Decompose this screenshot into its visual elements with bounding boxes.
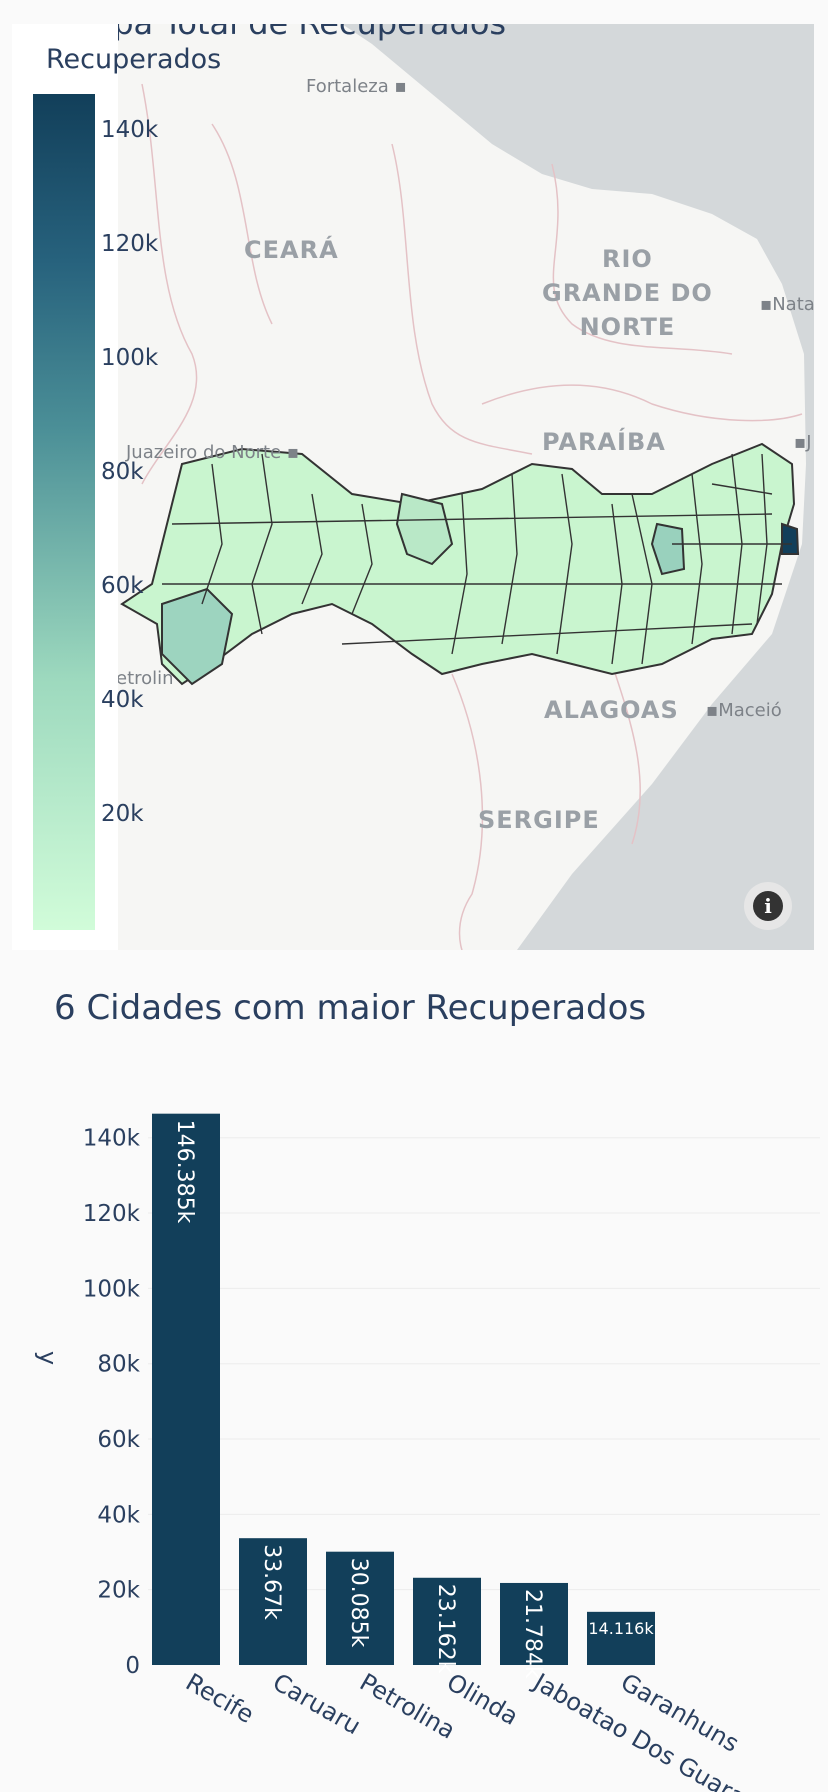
x-tick-label: Petrolina	[355, 1668, 460, 1745]
map-heading: Mapa Total de Recuperados	[66, 24, 506, 42]
x-tick-label: Caruaru	[268, 1668, 365, 1740]
state-label-sergipe: SERGIPE	[478, 806, 600, 834]
y-tick-label: 80k	[97, 1352, 140, 1378]
bar-value-label: 23.162k	[433, 1584, 458, 1674]
choropleth-map[interactable]: Mapa Total de Recuperados	[12, 24, 814, 950]
state-label-ceara: CEARÁ	[244, 236, 339, 264]
city-label-maceio: ▪Maceió	[706, 700, 782, 721]
bar-chart: 0 20k 40k 60k 80k 100k 120k 140k y 146.385k Recife…	[34, 1113, 820, 1792]
colorbar-title: Recuperados	[46, 44, 222, 75]
city-label-fortaleza: Fortaleza ▪	[306, 76, 407, 97]
city-label-joao-pessoa: ▪J	[794, 432, 812, 453]
bar-value-label: 21.784k	[520, 1589, 545, 1679]
y-tick-label: 100k	[83, 1276, 141, 1302]
state-label-paraiba: PARAÍBA	[542, 428, 666, 456]
bar-value-label: 146.385k	[172, 1120, 197, 1224]
y-tick-label: 20k	[97, 1578, 140, 1604]
colorbar-tick: 40k	[101, 687, 144, 713]
info-icon: i	[753, 891, 783, 921]
state-label-alagoas: ALAGOAS	[544, 696, 679, 724]
colorbar-tick: 100k	[101, 345, 159, 371]
x-tick-label: Jaboatao Dos Guararapes	[527, 1667, 808, 1792]
y-axis-label: y	[34, 1351, 62, 1365]
city-label-natal: ▪Nata	[760, 294, 814, 315]
x-tick-label: Recife	[181, 1668, 259, 1729]
y-tick-label: 60k	[97, 1427, 140, 1453]
bar-value-label: 14.116k	[588, 1619, 654, 1638]
colorbar-tick: 120k	[101, 231, 159, 257]
bar-value-label: 30.085k	[346, 1558, 371, 1648]
colorbar-tick: 140k	[101, 117, 159, 143]
colorbar-tick: 60k	[101, 573, 144, 599]
info-button[interactable]: i	[744, 882, 792, 930]
city-label-juazeiro: Juazeiro do Norte ▪	[126, 442, 300, 463]
y-tick-label: 140k	[83, 1126, 141, 1152]
colorbar-tick: 20k	[101, 801, 144, 827]
bar-value-label: 33.67k	[259, 1544, 284, 1620]
colorbar	[33, 94, 95, 930]
y-tick-label: 40k	[97, 1502, 140, 1528]
state-label-rio-grande-do-norte: RIO GRANDE DO NORTE	[542, 245, 713, 341]
y-tick-label: 120k	[83, 1201, 141, 1227]
chart-title: 6 Cidades com maior Recuperados	[54, 988, 647, 1028]
city-label-petrolina: etrolin	[116, 668, 174, 689]
colorbar-tick: 80k	[101, 459, 144, 485]
y-tick-label: 0	[125, 1653, 140, 1679]
